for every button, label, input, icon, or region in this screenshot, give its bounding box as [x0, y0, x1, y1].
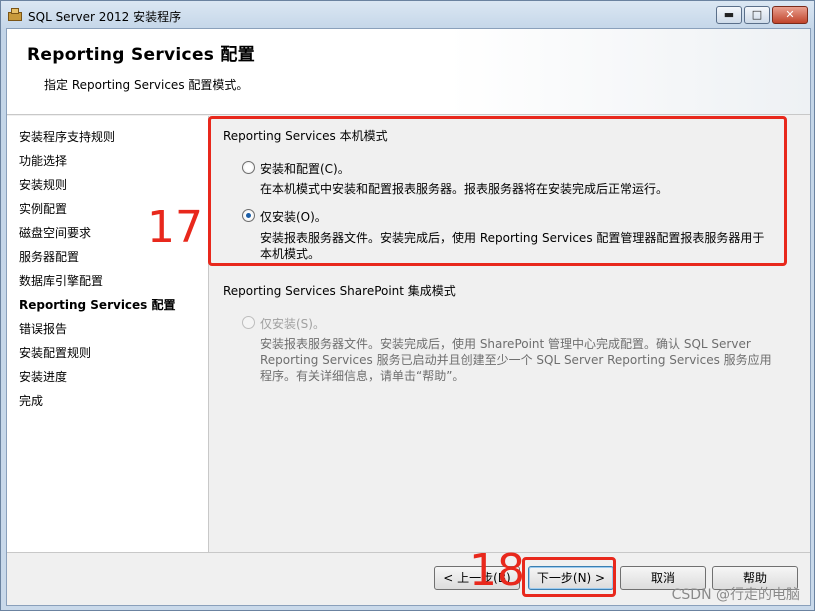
- sharepoint-description-line3: 程序。有关详细信息，请单击“帮助”。: [260, 369, 465, 383]
- nav-item-setup-support-rules[interactable]: 安装程序支持规则: [19, 128, 115, 145]
- page-header: Reporting Services 配置 指定 Reporting Servi…: [7, 29, 810, 115]
- footer-divider: [7, 552, 810, 553]
- nav-item-reporting-services[interactable]: Reporting Services 配置: [19, 296, 176, 313]
- nav-item-error-reporting[interactable]: 错误报告: [19, 320, 67, 337]
- nav-item-disk-space[interactable]: 磁盘空间要求: [19, 224, 91, 241]
- minimize-button[interactable]: ▬: [716, 6, 742, 24]
- step-navigation: 安装程序支持规则 功能选择 安装规则 实例配置 磁盘空间要求 服务器配置 数据库…: [7, 116, 209, 552]
- sql-server-setup-icon: [8, 8, 22, 21]
- installer-window: SQL Server 2012 安装程序 ▬ □ ✕ Reporting Ser…: [0, 0, 815, 611]
- sharepoint-mode-group-label: Reporting Services SharePoint 集成模式: [223, 284, 456, 298]
- close-button[interactable]: ✕: [772, 6, 808, 24]
- nav-item-installation-configuration-rules[interactable]: 安装配置规则: [19, 344, 91, 361]
- next-button-highlight-box: [522, 557, 616, 597]
- install-only-sharepoint-label[interactable]: 仅安装(S)。: [260, 315, 325, 332]
- page-subtitle: 指定 Reporting Services 配置模式。: [44, 78, 249, 92]
- nav-item-server-configuration[interactable]: 服务器配置: [19, 248, 79, 265]
- native-mode-highlight-box: [208, 116, 787, 266]
- dialog-client-area: Reporting Services 配置 指定 Reporting Servi…: [6, 28, 811, 606]
- minimize-icon: ▬: [723, 8, 735, 21]
- sharepoint-description-line2: Reporting Services 服务已启动并且创建至少一个 SQL Ser…: [260, 353, 772, 367]
- nav-item-instance-configuration[interactable]: 实例配置: [19, 200, 67, 217]
- nav-item-feature-selection[interactable]: 功能选择: [19, 152, 67, 169]
- install-only-sharepoint-radio[interactable]: [242, 316, 255, 329]
- title-bar[interactable]: SQL Server 2012 安装程序 ▬ □ ✕: [1, 1, 814, 29]
- nav-item-installation-progress[interactable]: 安装进度: [19, 368, 67, 385]
- close-icon: ✕: [785, 8, 795, 21]
- window-controls: ▬ □ ✕: [714, 6, 808, 24]
- csdn-watermark: CSDN @行走的电脑: [671, 587, 800, 603]
- sharepoint-description-line1: 安装报表服务器文件。安装完成后，使用 SharePoint 管理中心完成配置。确…: [260, 337, 751, 351]
- nav-item-installation-rules[interactable]: 安装规则: [19, 176, 67, 193]
- nav-item-database-engine[interactable]: 数据库引擎配置: [19, 272, 103, 289]
- step-17-annotation: 17: [147, 202, 203, 253]
- window-title: SQL Server 2012 安装程序: [28, 10, 182, 24]
- nav-item-complete[interactable]: 完成: [19, 392, 43, 409]
- maximize-icon: □: [751, 8, 763, 21]
- maximize-button[interactable]: □: [744, 6, 770, 24]
- page-title: Reporting Services 配置: [27, 45, 256, 65]
- step-18-annotation: 18: [469, 545, 525, 596]
